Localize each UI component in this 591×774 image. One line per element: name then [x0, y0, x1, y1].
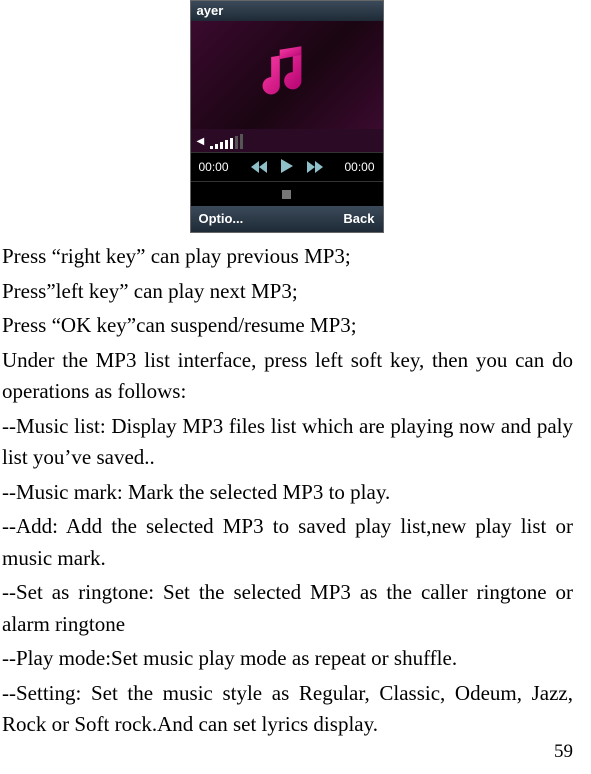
stop-icon — [282, 190, 291, 199]
phone-screenshot: ayer ◀ — [0, 0, 573, 233]
text-line: --Set as ringtone: Set the selected MP3 … — [2, 577, 573, 640]
text-line: Press “right key” can play previous MP3; — [2, 241, 573, 273]
phone-title-text: ayer — [197, 1, 224, 21]
time-elapsed: 00:00 — [199, 158, 229, 176]
softkey-left: Optio... — [199, 209, 244, 229]
phone-title-bar: ayer — [191, 1, 383, 21]
album-art-area — [191, 21, 383, 129]
text-line: Press”left key” can play next MP3; — [2, 276, 573, 308]
speaker-icon: ◀ — [197, 134, 205, 149]
text-line: --Setting: Set the music style as Regula… — [2, 678, 573, 741]
stop-row — [191, 182, 383, 206]
instruction-text: Press “right key” can play previous MP3;… — [0, 241, 573, 741]
text-line: Press “OK key”can suspend/resume MP3; — [2, 310, 573, 342]
text-line: --Music list: Display MP3 files list whi… — [2, 411, 573, 474]
time-total: 00:00 — [344, 158, 374, 176]
phone-frame: ayer ◀ — [190, 0, 384, 233]
music-note-icon — [251, 39, 323, 111]
play-icon — [281, 151, 293, 183]
volume-indicator: ◀ — [191, 129, 383, 152]
previous-icon — [251, 151, 267, 183]
next-icon — [307, 151, 323, 183]
playback-bar: 00:00 00:00 — [191, 152, 383, 182]
text-line: --Music mark: Mark the selected MP3 to p… — [2, 477, 573, 509]
text-line: --Add: Add the selected MP3 to saved pla… — [2, 511, 573, 574]
softkey-right: Back — [343, 209, 374, 229]
text-line: Under the MP3 list interface, press left… — [2, 345, 573, 408]
page-number: 59 — [554, 738, 573, 767]
softkey-bar: Optio... Back — [191, 206, 383, 232]
text-line: --Play mode:Set music play mode as repea… — [2, 643, 573, 675]
